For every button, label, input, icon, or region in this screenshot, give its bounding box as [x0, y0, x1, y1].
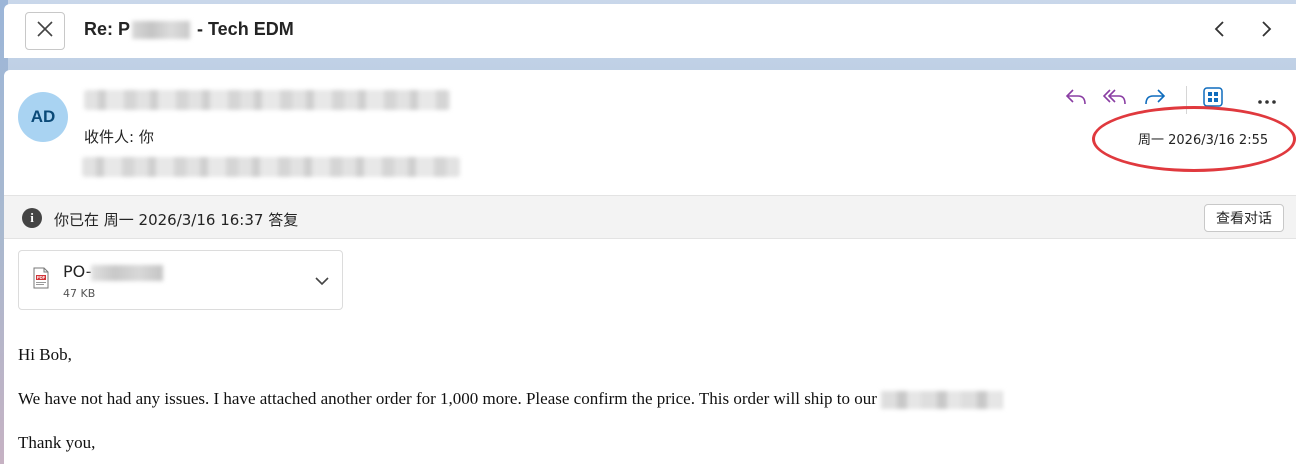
- reply-button[interactable]: [1063, 86, 1089, 112]
- subject-suffix: - Tech EDM: [192, 19, 294, 39]
- message-card: AD 收件人: 你 周一 2026/3/16 2:55 i 你已在 周一 202…: [4, 70, 1296, 464]
- email-subject: Re: P - Tech EDM: [84, 19, 294, 40]
- sender-avatar[interactable]: AD: [18, 92, 68, 142]
- body-closing: Thank you,: [18, 433, 96, 452]
- attachment-size: 47 KB: [63, 287, 96, 300]
- redacted-sender: [84, 90, 450, 110]
- body-line: We have not had any issues. I have attac…: [18, 389, 882, 408]
- subject-prefix: Re: P: [84, 19, 131, 39]
- reply-info-bar: i 你已在 周一 2026/3/16 16:37 答复 查看对话: [4, 195, 1296, 239]
- recipient-label: 收件人:: [84, 128, 135, 146]
- body-paragraph: We have not had any issues. I have attac…: [18, 389, 1004, 410]
- info-text: 你已在 周一 2026/3/16 16:37 答复: [54, 211, 299, 229]
- attachment-name: PO-: [63, 262, 164, 281]
- redacted-text: [91, 264, 164, 281]
- reply-all-button[interactable]: [1102, 86, 1128, 112]
- previous-message-button[interactable]: [1205, 16, 1235, 46]
- svg-text:PDF: PDF: [37, 275, 46, 280]
- body-greeting: Hi Bob,: [18, 345, 72, 364]
- view-conversation-button[interactable]: 查看对话: [1204, 204, 1284, 232]
- more-actions-button[interactable]: [1254, 86, 1280, 112]
- recipient-value[interactable]: 你: [139, 128, 154, 146]
- chevron-right-icon: [1259, 20, 1273, 42]
- attachment-card[interactable]: PDF PO- 47 KB: [18, 250, 343, 310]
- chevron-left-icon: [1213, 20, 1227, 42]
- close-button[interactable]: [25, 12, 65, 50]
- pdf-icon: PDF: [33, 267, 49, 289]
- next-message-button[interactable]: [1251, 16, 1281, 46]
- highlight-annotation: [1092, 106, 1296, 172]
- info-icon: i: [22, 208, 42, 228]
- reading-pane-header: Re: P - Tech EDM: [4, 4, 1296, 58]
- redacted-cc: [82, 157, 460, 177]
- reply-icon: [1065, 87, 1087, 111]
- redacted-text: [132, 21, 191, 40]
- redacted-text: [881, 391, 1004, 410]
- chevron-down-icon[interactable]: [312, 271, 332, 291]
- more-icon: [1257, 90, 1277, 109]
- recipient-line: 收件人: 你: [84, 126, 154, 147]
- reply-all-icon: [1102, 87, 1127, 111]
- attachment-name-prefix: PO-: [63, 262, 92, 281]
- close-icon: [36, 20, 54, 42]
